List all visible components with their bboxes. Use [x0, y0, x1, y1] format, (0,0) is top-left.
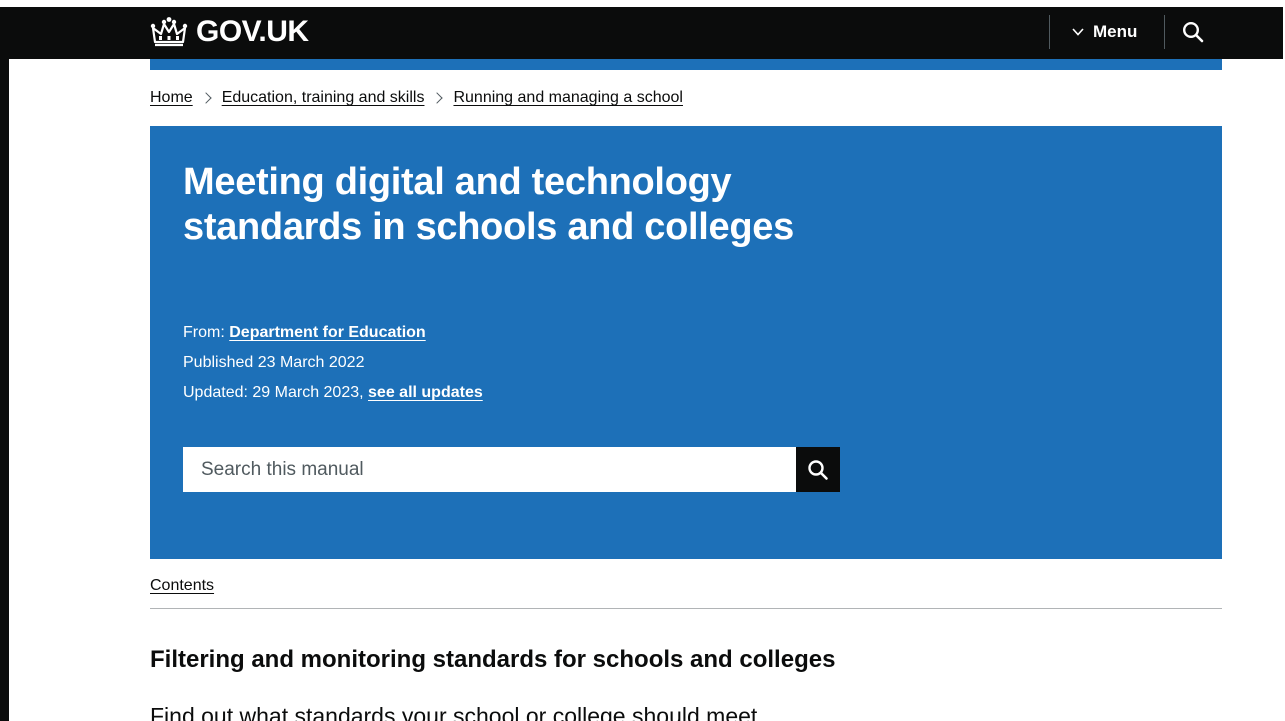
page-title: Meeting digital and technology standards… — [183, 161, 794, 248]
breadcrumb-item-home[interactable]: Home — [150, 89, 193, 107]
section-heading: Filtering and monitoring standards for s… — [150, 646, 836, 673]
search-icon — [1182, 21, 1204, 43]
updated-line: Updated: 29 March 2023, see all updates — [183, 378, 483, 408]
from-line: From: Department for Education — [183, 318, 483, 348]
logo-text: GOV.UK — [196, 15, 309, 48]
published-label: Published — [183, 354, 254, 371]
menu-button[interactable]: Menu — [1071, 15, 1137, 49]
left-edge — [0, 0, 9, 721]
section-divider — [150, 608, 1222, 609]
updated-date: 29 March 2023, — [252, 384, 364, 401]
from-label: From: — [183, 324, 225, 341]
header-search-button[interactable] — [1179, 17, 1207, 47]
published-line: Published 23 March 2022 — [183, 348, 483, 378]
chevron-right-icon — [431, 92, 444, 104]
header-blue-strip — [150, 59, 1222, 70]
chevron-right-icon — [200, 92, 212, 104]
hero-banner: Meeting digital and technology standards… — [150, 126, 1222, 559]
site-header: GOV.UK Menu — [9, 7, 1283, 59]
search-icon — [808, 459, 828, 480]
breadcrumb: Home Education, training and skills Runn… — [150, 89, 683, 107]
updated-label: Updated: — [183, 384, 248, 401]
chevron-down-icon — [1072, 28, 1084, 36]
published-date: 23 March 2022 — [257, 354, 365, 371]
see-all-updates-link[interactable]: see all updates — [368, 384, 483, 401]
organisation-link[interactable]: Department for Education — [229, 324, 425, 341]
breadcrumb-item-running-school[interactable]: Running and managing a school — [453, 89, 683, 107]
header-divider — [1164, 15, 1165, 49]
crown-icon — [150, 17, 188, 47]
section-lede: Find out what standards your school or c… — [150, 703, 758, 721]
breadcrumb-item-education[interactable]: Education, training and skills — [222, 89, 425, 107]
contents-link[interactable]: Contents — [150, 577, 214, 595]
manual-search-input[interactable] — [183, 447, 796, 492]
manual-search — [183, 447, 840, 492]
top-edge — [0, 0, 1285, 7]
page: GOV.UK Menu Home Education, training and… — [0, 0, 1285, 721]
manual-search-button[interactable] — [796, 447, 840, 492]
govuk-logo-link[interactable]: GOV.UK — [150, 15, 309, 49]
header-divider — [1049, 15, 1050, 49]
menu-label: Menu — [1093, 22, 1138, 41]
publication-metadata: From: Department for Education Published… — [183, 318, 483, 408]
